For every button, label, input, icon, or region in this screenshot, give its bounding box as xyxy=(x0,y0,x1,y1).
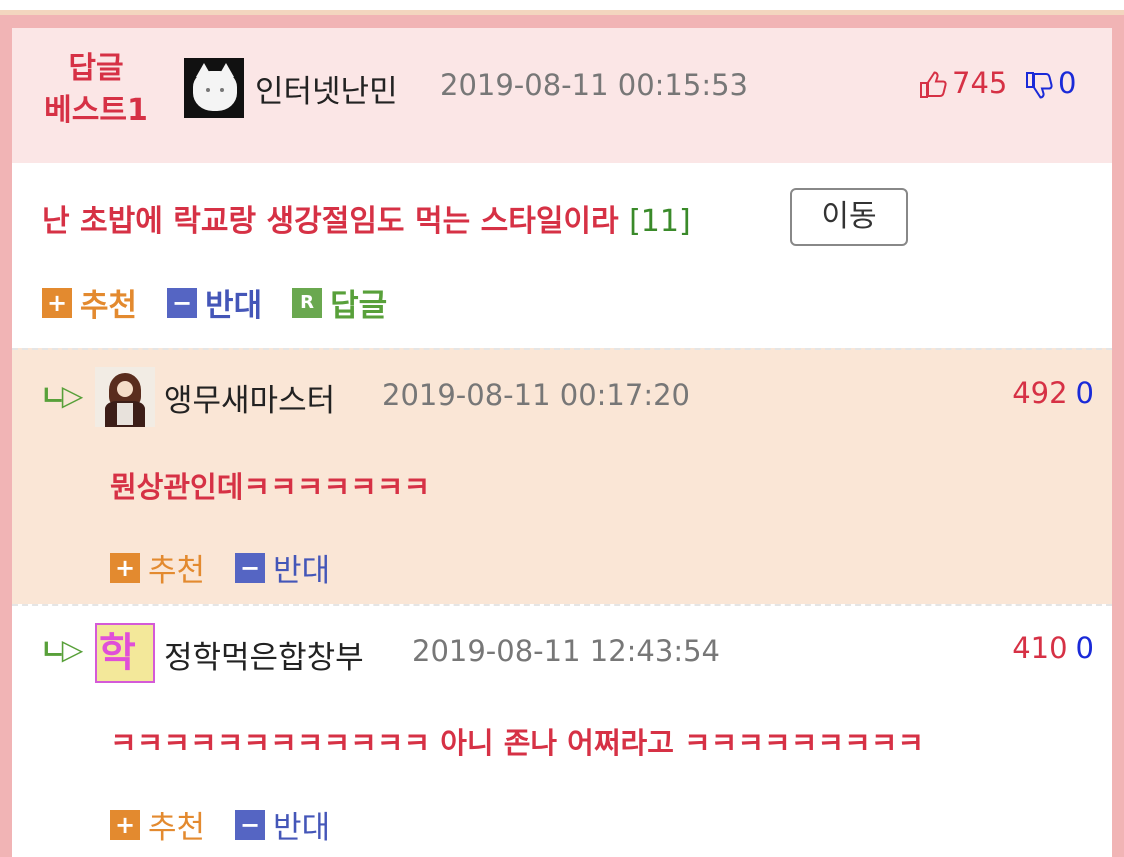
recommend-label: 추천 xyxy=(148,810,206,846)
plus-icon: + xyxy=(110,809,140,840)
reply-item: ㄴ▷ 학 정학먹은합창부 2019-08-11 12:43:54 410 0 ㅋㅋ… xyxy=(12,604,1112,857)
thumbs-up-icon xyxy=(920,71,947,98)
page-frame: 답글 베스트1 인터넷난민 2019-08-11 00:15:53 745 0 … xyxy=(0,0,1124,857)
username[interactable]: 앵무새마스터 xyxy=(164,375,335,420)
minus-icon: − xyxy=(235,809,266,840)
oppose-label: 반대 xyxy=(273,553,331,589)
cat-eye-right xyxy=(220,88,224,92)
best-badge-line2: 베스트1 xyxy=(44,93,148,128)
username[interactable]: 인터넷난민 xyxy=(255,66,398,111)
reply-text: ㅋㅋㅋㅋㅋㅋㅋㅋㅋㅋㅋㅋ 아니 존나 어쩌라고 ㅋㅋㅋㅋㅋㅋㅋㅋㅋ xyxy=(110,726,925,760)
recommend-button[interactable]: + 추천 xyxy=(110,545,205,590)
doll-face xyxy=(117,381,133,397)
best-action-row: + 추천 − 반대 R 답글 xyxy=(42,280,417,325)
upvote-count[interactable]: 745 xyxy=(918,66,1007,100)
downvote-count[interactable]: 0 xyxy=(1024,66,1076,100)
move-button[interactable]: 이동 xyxy=(790,188,908,246)
recommend-button[interactable]: + 추천 xyxy=(110,802,205,847)
upvote-value[interactable]: 492 xyxy=(1012,376,1067,410)
best-badge-line1: 답글 xyxy=(68,51,124,86)
comment-text: 난 초밥에 락교랑 생강절임도 먹는 스타일이라 [11] xyxy=(42,196,691,240)
thumbs-down-icon xyxy=(1026,72,1053,99)
minus-icon: − xyxy=(167,287,198,318)
reply-label: 답글 xyxy=(330,288,388,324)
plus-icon: + xyxy=(110,552,140,583)
oppose-button[interactable]: − 반대 xyxy=(235,545,330,590)
comment-text-content: 난 초밥에 락교랑 생강절임도 먹는 스타일이라 xyxy=(42,204,619,239)
reply-action-row: + 추천 − 반대 xyxy=(110,802,360,847)
recommend-label: 추천 xyxy=(80,288,138,324)
avatar-text: 학 xyxy=(99,630,136,676)
cat-face xyxy=(193,71,237,111)
reply-icon: R xyxy=(292,287,323,318)
cat-eye-left xyxy=(206,88,210,92)
oppose-button[interactable]: − 반대 xyxy=(235,802,330,847)
minus-icon: − xyxy=(235,552,266,583)
reply-text: 뭔상관인데ㅋㅋㅋㅋㅋㅋㅋ xyxy=(110,470,431,504)
reply-arrow-icon: ㄴ▷ xyxy=(40,633,83,666)
timestamp: 2019-08-11 12:43:54 xyxy=(412,634,720,668)
best-comment-header: 답글 베스트1 인터넷난민 2019-08-11 00:15:53 745 0 xyxy=(12,28,1112,163)
oppose-button[interactable]: − 반대 xyxy=(167,280,262,325)
upvote-value: 745 xyxy=(952,66,1008,100)
recommend-button[interactable]: + 추천 xyxy=(42,280,137,325)
reply-button[interactable]: R 답글 xyxy=(292,280,387,325)
reply-score: 492 0 xyxy=(1012,376,1094,410)
downvote-value[interactable]: 0 xyxy=(1076,376,1094,410)
plus-icon: + xyxy=(42,287,72,318)
timestamp: 2019-08-11 00:17:20 xyxy=(382,378,690,412)
reply-score: 410 0 xyxy=(1012,631,1094,665)
reply-count: [11] xyxy=(629,204,691,239)
oppose-label: 반대 xyxy=(273,810,331,846)
oppose-label: 반대 xyxy=(205,288,263,324)
downvote-value: 0 xyxy=(1058,66,1077,100)
avatar[interactable]: 학 xyxy=(95,623,155,683)
reply-arrow-icon: ㄴ▷ xyxy=(40,379,83,412)
comment-panel: 답글 베스트1 인터넷난민 2019-08-11 00:15:53 745 0 … xyxy=(12,28,1112,857)
top-margin xyxy=(0,0,1124,10)
avatar[interactable] xyxy=(95,367,155,427)
top-divider xyxy=(0,10,1124,15)
downvote-value[interactable]: 0 xyxy=(1076,631,1094,665)
doll-apron xyxy=(117,403,133,425)
timestamp: 2019-08-11 00:15:53 xyxy=(440,68,748,102)
avatar[interactable] xyxy=(184,58,244,118)
reply-action-row: + 추천 − 반대 xyxy=(110,545,360,590)
recommend-label: 추천 xyxy=(148,553,206,589)
reply-item: ㄴ▷ 앵무새마스터 2019-08-11 00:17:20 492 0 뭔상관인데… xyxy=(12,348,1112,604)
best-badge: 답글 베스트1 xyxy=(36,48,156,132)
username[interactable]: 정학먹은합창부 xyxy=(164,632,364,677)
upvote-value[interactable]: 410 xyxy=(1012,631,1067,665)
